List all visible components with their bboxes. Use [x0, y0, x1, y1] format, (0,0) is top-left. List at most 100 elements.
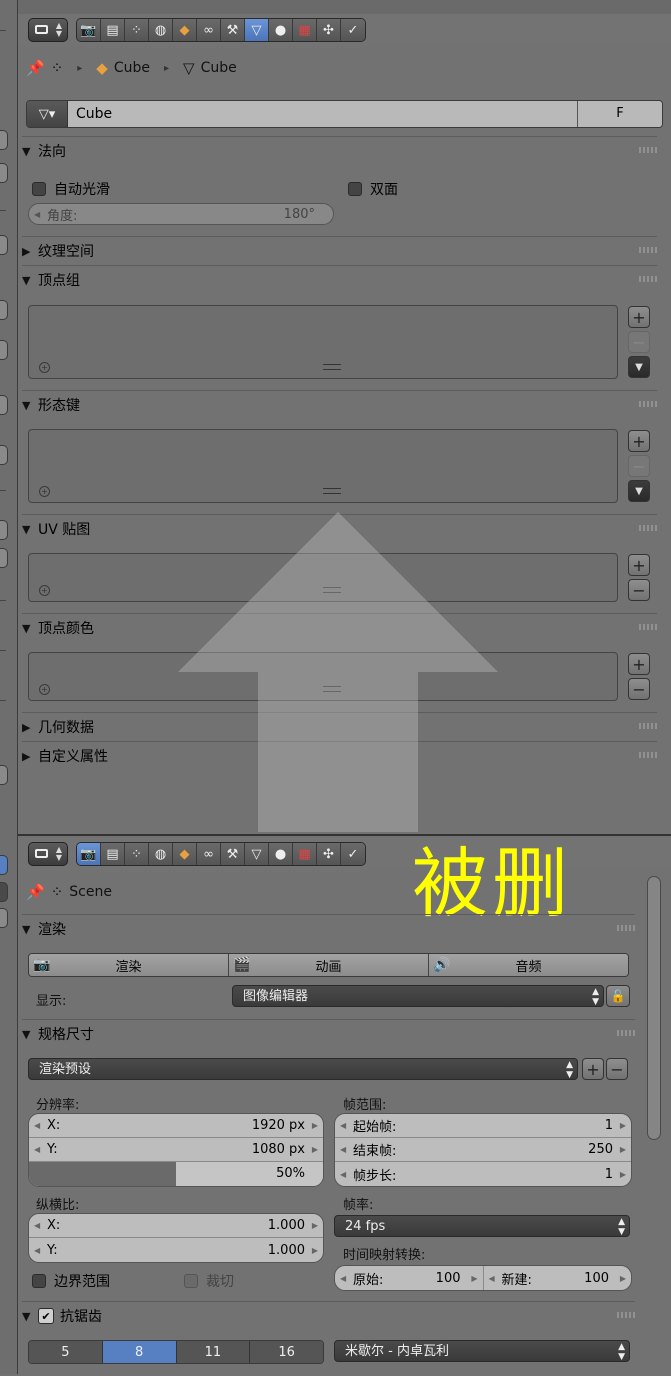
edge-tab[interactable]: [0, 235, 8, 255]
edge-tab[interactable]: [0, 882, 8, 902]
border-checkbox[interactable]: 边界范围: [32, 1271, 110, 1291]
scene-icon[interactable]: ⁘: [125, 19, 149, 41]
drag-grip-icon[interactable]: [639, 276, 657, 282]
display-dropdown[interactable]: 图像编辑器 ▲ ▼: [232, 985, 604, 1007]
modifiers-icon[interactable]: ⚒: [221, 843, 245, 865]
panel-render-header[interactable]: ▼ 渲染: [22, 914, 635, 943]
panel-uv-maps-header[interactable]: ▼ UV 贴图: [22, 514, 657, 543]
add-shape-key-button[interactable]: +: [628, 430, 650, 452]
drag-grip-icon[interactable]: [639, 624, 657, 630]
shape-key-specials-button[interactable]: ▼: [628, 480, 650, 502]
vertex-colors-list[interactable]: +: [28, 652, 618, 701]
drag-grip-icon[interactable]: [617, 925, 635, 931]
lock-interface-icon[interactable]: 🔓: [606, 985, 630, 1007]
particles-icon[interactable]: ✣: [317, 843, 341, 865]
resolution-x-field[interactable]: ◀ X: 1920 px ▶: [29, 1114, 323, 1138]
panel-geometry-data-header[interactable]: ▶ 几何数据: [22, 712, 657, 741]
edge-tab[interactable]: [0, 548, 8, 568]
edge-tab[interactable]: [0, 908, 8, 928]
remove-shape-key-button[interactable]: −: [628, 455, 650, 477]
render-icon[interactable]: 📷: [77, 19, 101, 41]
pin-icon[interactable]: 📌: [26, 883, 45, 901]
remove-preset-button[interactable]: −: [606, 1058, 628, 1080]
render-presets-dropdown[interactable]: 渲染预设 ▲ ▼: [28, 1058, 578, 1080]
filter-options-icon[interactable]: +: [39, 684, 50, 695]
data-icon[interactable]: ▽: [245, 19, 269, 41]
list-resize-handle[interactable]: [323, 686, 341, 692]
antialiasing-checkbox[interactable]: ✔: [38, 1308, 54, 1324]
filter-options-icon[interactable]: +: [39, 486, 50, 497]
drag-grip-icon[interactable]: [617, 1312, 635, 1318]
edge-tab[interactable]: [0, 520, 8, 540]
list-resize-handle[interactable]: [323, 364, 341, 370]
filter-options-icon[interactable]: +: [39, 362, 50, 373]
mesh-browse-icon[interactable]: ▽▾: [27, 101, 68, 127]
uv-maps-list[interactable]: +: [28, 553, 618, 602]
animation-button[interactable]: 🎬 动画: [229, 954, 429, 976]
modifiers-icon[interactable]: ⚒: [221, 19, 245, 41]
material-icon[interactable]: ●: [269, 19, 293, 41]
drag-grip-icon[interactable]: [639, 752, 657, 758]
panel-antialiasing-header[interactable]: ▼ ✔ 抗锯齿: [22, 1301, 635, 1330]
physics-icon[interactable]: ✓: [341, 19, 365, 41]
panel-custom-properties-header[interactable]: ▶ 自定义属性: [22, 741, 657, 770]
shape-keys-list[interactable]: +: [28, 429, 618, 503]
render-icon[interactable]: 📷: [77, 843, 101, 865]
render-layers-icon[interactable]: ▤: [101, 843, 125, 865]
end-frame-field[interactable]: ◀ 结束帧: 250 ▶: [335, 1138, 631, 1162]
aa-sample-11[interactable]: 11: [176, 1341, 251, 1363]
panel-normals-header[interactable]: ▼ 法向: [22, 136, 657, 165]
fake-user-button[interactable]: F: [577, 101, 662, 127]
crop-checkbox[interactable]: 裁切: [184, 1271, 234, 1291]
auto-smooth-checkbox[interactable]: 自动光滑: [32, 179, 110, 199]
panel-texture-space-header[interactable]: ▶ 纹理空间: [22, 236, 657, 265]
start-frame-field[interactable]: ◀ 起始帧: 1 ▶: [335, 1114, 631, 1138]
render-layers-icon[interactable]: ▤: [101, 19, 125, 41]
edge-tab[interactable]: [0, 395, 8, 415]
angle-field[interactable]: ◀ 角度: 180°: [28, 203, 334, 225]
panel-vertex-colors-header[interactable]: ▼ 顶点颜色: [22, 613, 657, 642]
resolution-y-field[interactable]: ◀ Y: 1080 px ▶: [29, 1138, 323, 1162]
drag-grip-icon[interactable]: [639, 525, 657, 531]
edge-tab-active[interactable]: [0, 855, 8, 875]
editor-type-button[interactable]: ▲ ▼: [28, 18, 68, 42]
vertical-scrollbar[interactable]: [647, 876, 661, 1140]
pin-icon[interactable]: 📌: [26, 59, 45, 77]
texture-icon[interactable]: ▦: [293, 843, 317, 865]
edge-tab[interactable]: [0, 163, 8, 183]
drag-grip-icon[interactable]: [639, 147, 657, 153]
aspect-y-field[interactable]: ◀ Y: 1.000 ▶: [29, 1238, 323, 1262]
material-icon[interactable]: ●: [269, 843, 293, 865]
new-frames-field[interactable]: ◀ 新建: 100 ▶: [484, 1266, 632, 1290]
aa-sample-16[interactable]: 16: [250, 1341, 323, 1363]
edge-tab[interactable]: [0, 765, 8, 785]
add-preset-button[interactable]: +: [582, 1058, 604, 1080]
editor-type-button[interactable]: ▲ ▼: [28, 842, 68, 866]
panel-shape-keys-header[interactable]: ▼ 形态键: [22, 390, 657, 419]
aa-sample-8[interactable]: 8: [102, 1341, 177, 1363]
world-icon[interactable]: ◍: [149, 843, 173, 865]
render-button[interactable]: 📷 渲染: [29, 954, 229, 976]
resolution-percentage-slider[interactable]: 50%: [29, 1162, 323, 1186]
add-uv-map-button[interactable]: +: [628, 554, 650, 576]
add-vertex-group-button[interactable]: +: [628, 306, 650, 328]
object-icon[interactable]: ◆: [173, 843, 197, 865]
old-frames-field[interactable]: ◀ 原始: 100 ▶: [335, 1266, 484, 1290]
physics-icon[interactable]: ✓: [341, 843, 365, 865]
panel-dimensions-header[interactable]: ▼ 规格尺寸: [22, 1019, 635, 1048]
double-sided-checkbox[interactable]: 双面: [348, 179, 398, 199]
scene-icon[interactable]: ⁘: [125, 843, 149, 865]
edge-tab[interactable]: [0, 340, 8, 360]
drag-grip-icon[interactable]: [617, 1030, 635, 1036]
frame-step-field[interactable]: ◀ 帧步长: 1 ▶: [335, 1162, 631, 1186]
audio-button[interactable]: 🔊 音频: [429, 954, 628, 976]
edge-tab[interactable]: [0, 130, 8, 150]
object-icon[interactable]: ◆: [173, 19, 197, 41]
edge-tab[interactable]: [0, 445, 8, 465]
list-resize-handle[interactable]: [323, 488, 341, 494]
vertex-groups-list[interactable]: +: [28, 305, 618, 379]
drag-grip-icon[interactable]: [639, 401, 657, 407]
add-vertex-color-button[interactable]: +: [628, 653, 650, 675]
list-resize-handle[interactable]: [323, 587, 341, 593]
remove-vertex-group-button[interactable]: −: [628, 331, 650, 353]
